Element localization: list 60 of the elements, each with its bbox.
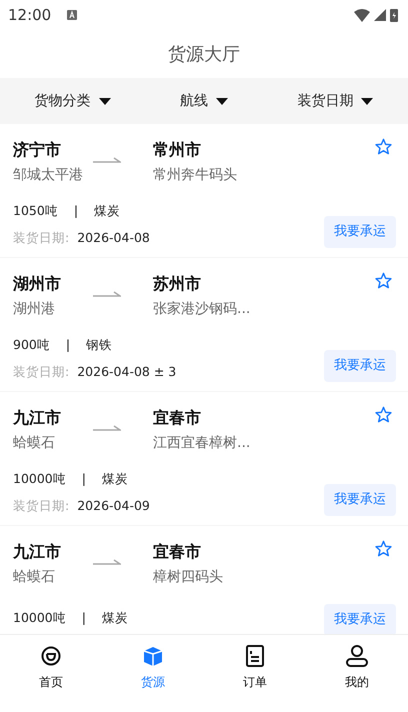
caret-icon: [216, 98, 228, 104]
wifi-icon: [354, 8, 370, 22]
accept-shipment-button[interactable]: 我要承运: [324, 216, 396, 248]
tab-bar-item[interactable]: 订单: [225, 643, 285, 691]
destination-city: 宜春市: [153, 407, 202, 429]
cargo-weight: 10000吨: [13, 470, 66, 488]
accept-shipment-button[interactable]: 我要承运: [324, 604, 396, 634]
origin-city: 九江市: [13, 541, 62, 563]
cargo-type: 煤炭: [94, 202, 120, 220]
tab-bar-item[interactable]: 货源: [123, 643, 183, 691]
origin-port: 蛤蟆石: [13, 568, 56, 587]
date-label: 装货日期:: [13, 228, 70, 247]
document-icon: [244, 643, 266, 669]
signal-icon: [374, 9, 386, 21]
star-icon[interactable]: [375, 272, 392, 289]
separator-text: |: [74, 202, 78, 220]
battery-icon: [390, 8, 398, 22]
cargo-weight: 1050吨: [13, 202, 58, 220]
tab-bar-item[interactable]: 首页: [21, 643, 81, 691]
separator-text: |: [66, 336, 70, 354]
separator-text: |: [82, 609, 86, 628]
loading-date: 2026-04-08: [77, 228, 150, 247]
filter-dropdown[interactable]: 货物分类: [34, 90, 111, 112]
cargo-type: 煤炭: [102, 470, 128, 488]
origin-city: 九江市: [13, 407, 62, 429]
star-icon[interactable]: [375, 138, 392, 155]
tab-bar-item[interactable]: 我的: [327, 643, 387, 691]
notification-icon: [67, 10, 78, 20]
origin-city: 湖州市: [13, 273, 62, 295]
caret-icon: [361, 98, 374, 104]
person-icon: [345, 643, 369, 669]
destination-port: 江西宜春樟树...: [153, 434, 252, 453]
destination-port: 樟树四码头: [153, 568, 224, 587]
origin-port: 湖州港: [13, 300, 56, 319]
destination-city: 常州市: [153, 139, 202, 161]
destination-port: 张家港沙钢码...: [153, 300, 252, 319]
date-label: 装货日期:: [13, 496, 70, 515]
filter-dropdown[interactable]: 装货日期: [297, 90, 374, 112]
cargo-weight: 900吨: [13, 336, 50, 354]
loading-date: 2026-04-09: [77, 496, 150, 515]
origin-port: 邹城太平港: [13, 166, 84, 185]
star-icon[interactable]: [375, 540, 392, 557]
origin-port: 蛤蟆石: [13, 434, 56, 453]
cargo-type: 钢铁: [86, 336, 112, 354]
star-icon[interactable]: [375, 406, 392, 423]
loading-date: 2026-04-08 ± 3: [77, 362, 176, 381]
destination-port: 常州奔牛码头: [153, 166, 238, 185]
accept-shipment-button[interactable]: 我要承运: [324, 350, 396, 382]
destination-city: 苏州市: [153, 273, 202, 295]
page-title: 货源大厅: [168, 42, 240, 66]
status-time: 12:00: [8, 4, 52, 26]
caret-icon: [98, 98, 111, 104]
cargo-weight: 10000吨: [13, 609, 66, 628]
destination-city: 宜春市: [153, 541, 202, 563]
filter-dropdown[interactable]: 航线: [180, 90, 228, 112]
origin-city: 济宁市: [13, 139, 62, 161]
cargo-type: 煤炭: [102, 609, 128, 628]
accept-shipment-button[interactable]: 我要承运: [324, 484, 396, 516]
separator-text: |: [82, 470, 86, 488]
date-label: 装货日期:: [13, 362, 70, 381]
